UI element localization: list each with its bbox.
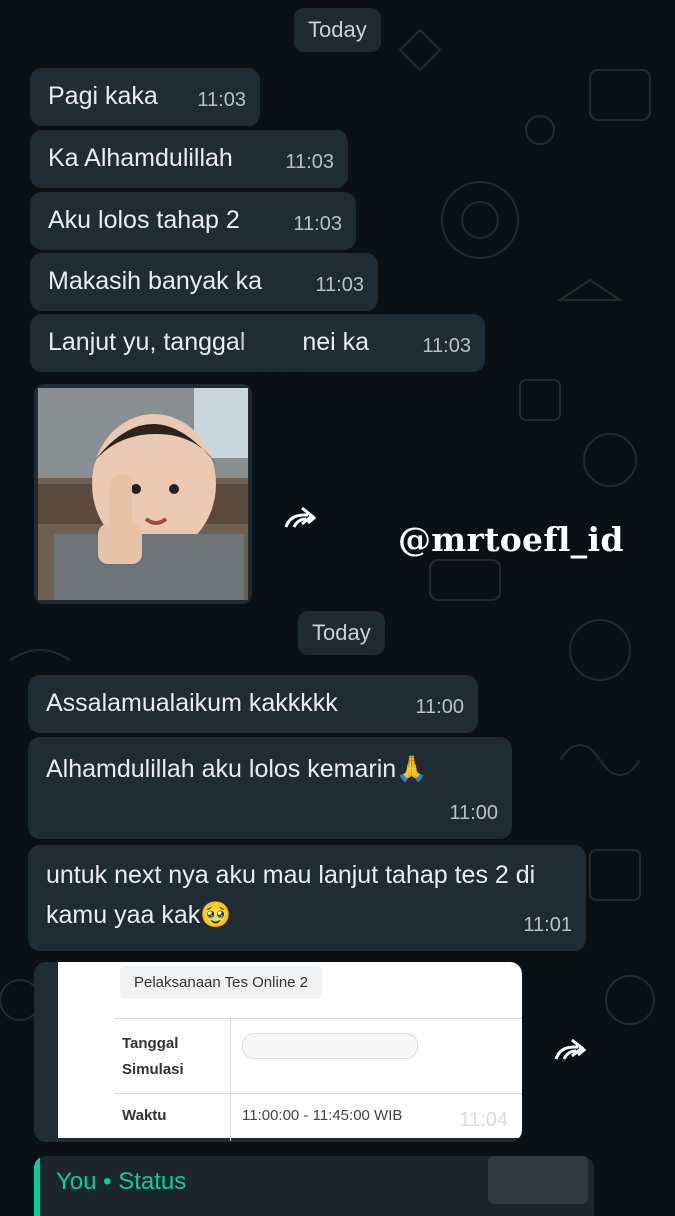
message-bubble[interactable]: untuk next nya aku mau lanjut tahap tes … — [28, 845, 586, 951]
table-label: Tanggal Simulasi — [122, 1031, 184, 1083]
message-text: Aku lolos tahap 2 — [48, 206, 240, 234]
message-time: 11:00 — [415, 696, 464, 718]
date-chip: Today — [294, 8, 381, 52]
message-text: Pagi kaka — [48, 82, 158, 110]
redacted-blur — [242, 1033, 418, 1059]
message-bubble[interactable]: Aku lolos tahap 2 11:03 — [30, 192, 356, 250]
message-text: Makasih banyak ka — [48, 267, 263, 295]
message-bubble[interactable]: Lanjut yu, tanggal nei ka 11:03 — [30, 314, 485, 372]
message-text-part: Lanjut yu, tanggal — [48, 328, 246, 356]
forward-icon — [284, 506, 317, 528]
date-chip: Today — [298, 611, 385, 655]
quote-bar — [34, 1156, 40, 1216]
message-text: Alhamdulillah aku lolos kemarin🙏 — [46, 755, 428, 783]
message-text: Assalamualaikum kakkkkk — [46, 689, 338, 717]
message-time: 11:01 — [523, 914, 572, 936]
table-label-line: Simulasi — [122, 1061, 184, 1078]
message-text: Ka Alhamdulillah — [48, 144, 233, 172]
message-time: 11:03 — [315, 274, 364, 296]
message-time: 11:03 — [197, 89, 246, 111]
message-bubble[interactable]: Pagi kaka 11:03 — [30, 68, 260, 126]
watermark: @mrtoefl_id — [398, 520, 624, 559]
message-time: 11:03 — [285, 151, 334, 173]
document-screenshot: Pelaksanaan Tes Online 2 Tanggal Simulas… — [58, 962, 522, 1141]
message-bubble[interactable]: Ka Alhamdulillah 11:03 — [30, 130, 348, 188]
photo-message[interactable] — [34, 384, 252, 604]
message-bubble[interactable]: Assalamualaikum kakkkkk 11:00 — [28, 675, 478, 733]
table-label: Waktu — [122, 1107, 167, 1124]
status-thumbnail — [488, 1156, 588, 1204]
message-bubble[interactable]: Makasih banyak ka 11:03 — [30, 253, 378, 311]
forward-icon — [554, 1038, 587, 1060]
table-value: 11:00:00 - 11:45:00 WIB — [242, 1107, 403, 1124]
message-time: 11:00 — [449, 802, 498, 824]
thumbs-up-child-photo-icon — [38, 388, 248, 600]
message-text: untuk next nya aku mau lanjut tahap tes … — [46, 861, 536, 929]
forward-button[interactable] — [544, 1024, 596, 1076]
message-time: 11:03 — [293, 213, 342, 235]
message-text-part: nei ka — [302, 328, 370, 356]
message-time: 11:04 — [459, 1109, 508, 1131]
message-bubble[interactable]: Alhamdulillah aku lolos kemarin🙏 11:00 — [28, 737, 512, 839]
redacted-blur — [252, 329, 303, 358]
status-reply-preview[interactable]: You • Status — [34, 1156, 594, 1216]
forward-button[interactable] — [274, 492, 326, 544]
document-title: Pelaksanaan Tes Online 2 — [120, 966, 323, 999]
table-label-line: Tanggal — [122, 1035, 179, 1052]
status-label: You • Status — [56, 1168, 187, 1195]
message-time: 11:03 — [422, 335, 471, 357]
message-text: Lanjut yu, tanggal nei ka — [48, 324, 369, 360]
image-message[interactable]: Pelaksanaan Tes Online 2 Tanggal Simulas… — [34, 962, 522, 1142]
